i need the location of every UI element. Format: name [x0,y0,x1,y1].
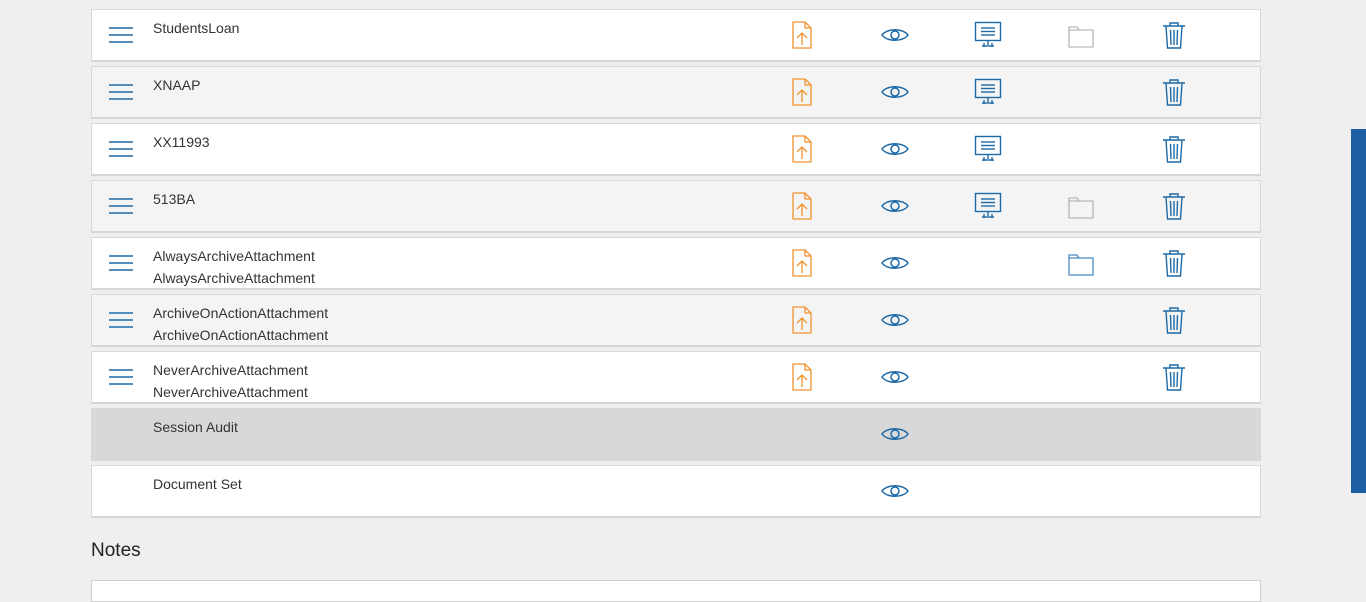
folder-icon[interactable] [1066,248,1096,278]
folder-icon [1066,20,1096,50]
document-type: NeverArchiveAttachment [153,384,308,400]
upload-file-icon[interactable] [787,191,817,221]
eye-icon[interactable] [880,305,910,335]
eye-icon[interactable] [880,191,910,221]
document-row[interactable]: XNAAP [91,66,1261,119]
upload-file-icon[interactable] [787,248,817,278]
document-label: AlwaysArchiveAttachment AlwaysArchiveAtta… [153,245,315,289]
eye-icon[interactable] [880,248,910,278]
document-label: Document Set [153,473,242,495]
document-type: ArchiveOnActionAttachment [153,327,329,343]
document-name: 513BA [153,191,196,207]
document-row[interactable]: StudentsLoan [91,9,1261,62]
document-name: AlwaysArchiveAttachment [153,248,315,264]
document-name: XX11993 [153,134,210,150]
eye-icon[interactable] [880,20,910,50]
upload-file-icon[interactable] [787,305,817,335]
document-row[interactable]: Document Set [91,465,1261,518]
trash-icon[interactable] [1159,134,1189,164]
eye-icon[interactable] [880,134,910,164]
document-label: Session Audit [153,416,238,438]
document-type: AlwaysArchiveAttachment [153,270,315,286]
upload-file-icon[interactable] [787,362,817,392]
document-label: 513BA [153,188,195,210]
drag-handle-icon[interactable] [107,310,135,330]
trash-icon[interactable] [1159,77,1189,107]
document-row[interactable]: ArchiveOnActionAttachment ArchiveOnAction… [91,294,1261,347]
notes-heading: Notes [91,540,141,561]
scrollbar-thumb[interactable] [1351,129,1366,493]
presentation-icon[interactable] [973,20,1003,50]
eye-icon[interactable] [880,362,910,392]
document-name: XNAAP [153,77,201,93]
notes-input[interactable] [91,580,1261,602]
drag-handle-icon[interactable] [107,367,135,387]
drag-handle-icon[interactable] [107,253,135,273]
document-label: NeverArchiveAttachment NeverArchiveAttach… [153,359,308,403]
eye-icon[interactable] [880,476,910,506]
document-name: NeverArchiveAttachment [153,362,308,378]
drag-handle-icon[interactable] [107,25,135,45]
document-label: XNAAP [153,74,200,96]
document-row[interactable]: XX11993 [91,123,1261,176]
eye-icon[interactable] [880,77,910,107]
trash-icon[interactable] [1159,305,1189,335]
document-name: StudentsLoan [153,20,240,36]
document-row[interactable]: NeverArchiveAttachment NeverArchiveAttach… [91,351,1261,404]
trash-icon[interactable] [1159,191,1189,221]
document-row[interactable]: AlwaysArchiveAttachment AlwaysArchiveAtta… [91,237,1261,290]
trash-icon[interactable] [1159,248,1189,278]
drag-handle-icon[interactable] [107,139,135,159]
upload-file-icon[interactable] [787,134,817,164]
trash-icon[interactable] [1159,362,1189,392]
document-row[interactable]: Session Audit [91,408,1261,461]
presentation-icon[interactable] [973,191,1003,221]
eye-icon[interactable] [880,419,910,449]
document-label: StudentsLoan [153,17,239,39]
document-row[interactable]: 513BA [91,180,1261,233]
upload-file-icon[interactable] [787,20,817,50]
presentation-icon[interactable] [973,134,1003,164]
document-name: Document Set [153,476,242,492]
document-label: XX11993 [153,131,210,153]
presentation-icon[interactable] [973,77,1003,107]
document-label: ArchiveOnActionAttachment ArchiveOnAction… [153,302,328,346]
folder-icon [1066,191,1096,221]
document-name: ArchiveOnActionAttachment [153,305,329,321]
drag-handle-icon[interactable] [107,82,135,102]
drag-handle-icon[interactable] [107,196,135,216]
trash-icon[interactable] [1159,20,1189,50]
document-name: Session Audit [153,419,238,435]
upload-file-icon[interactable] [787,77,817,107]
